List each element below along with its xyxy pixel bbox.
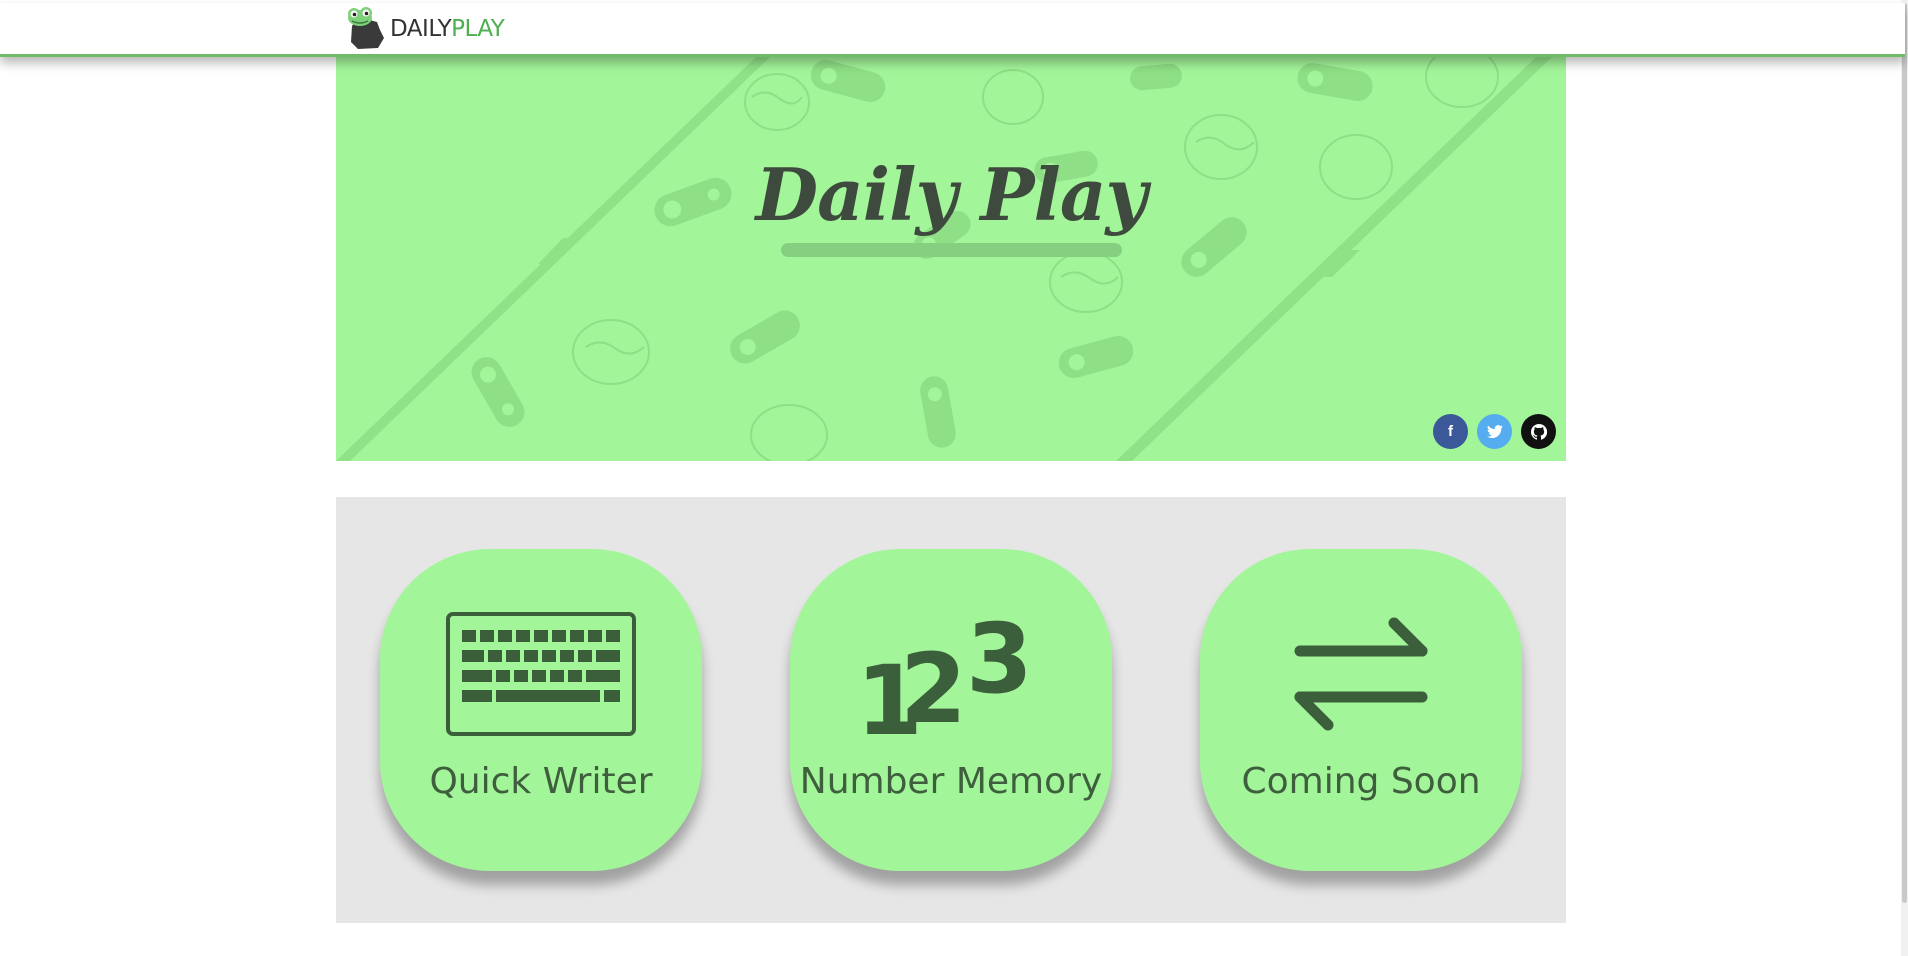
game-card-quick-writer[interactable]: Quick Writer xyxy=(380,549,702,871)
github-icon[interactable] xyxy=(1521,414,1556,449)
swap-arrows-icon xyxy=(1200,594,1522,754)
facebook-icon[interactable]: f xyxy=(1433,414,1468,449)
game-label-coming-soon: Coming Soon xyxy=(1241,761,1481,802)
scrollbar-thumb[interactable] xyxy=(1902,3,1907,903)
svg-text:3: 3 xyxy=(966,604,1033,715)
hero-banner: Daily Play f xyxy=(336,57,1566,461)
hero-title-underline xyxy=(781,243,1122,257)
hero-background-pattern xyxy=(336,57,1552,461)
numbers-123-icon: 1 2 3 xyxy=(790,594,1112,754)
page-scrollbar[interactable] xyxy=(1901,0,1908,956)
social-links: f xyxy=(1433,414,1556,449)
brand-logo-link[interactable]: DAILYPLAY xyxy=(344,4,505,54)
brand-name-part2: PLAY xyxy=(451,16,505,42)
twitter-icon[interactable] xyxy=(1477,414,1512,449)
game-card-number-memory[interactable]: 1 2 3 Number Memory xyxy=(790,549,1112,871)
game-label-quick-writer: Quick Writer xyxy=(429,761,653,802)
game-card-coming-soon[interactable]: Coming Soon xyxy=(1200,549,1522,871)
games-panel: Quick Writer 1 2 3 Number Memory Coming … xyxy=(336,497,1566,923)
svg-text:2: 2 xyxy=(900,633,967,744)
game-label-number-memory: Number Memory xyxy=(799,761,1103,802)
brand-name: DAILYPLAY xyxy=(390,16,505,42)
frog-logo-icon xyxy=(344,4,386,54)
hero-title: Daily Play xyxy=(755,152,1148,237)
brand-name-part1: DAILY xyxy=(390,16,452,42)
keyboard-icon xyxy=(380,594,702,754)
top-navbar: DAILYPLAY xyxy=(0,3,1905,57)
